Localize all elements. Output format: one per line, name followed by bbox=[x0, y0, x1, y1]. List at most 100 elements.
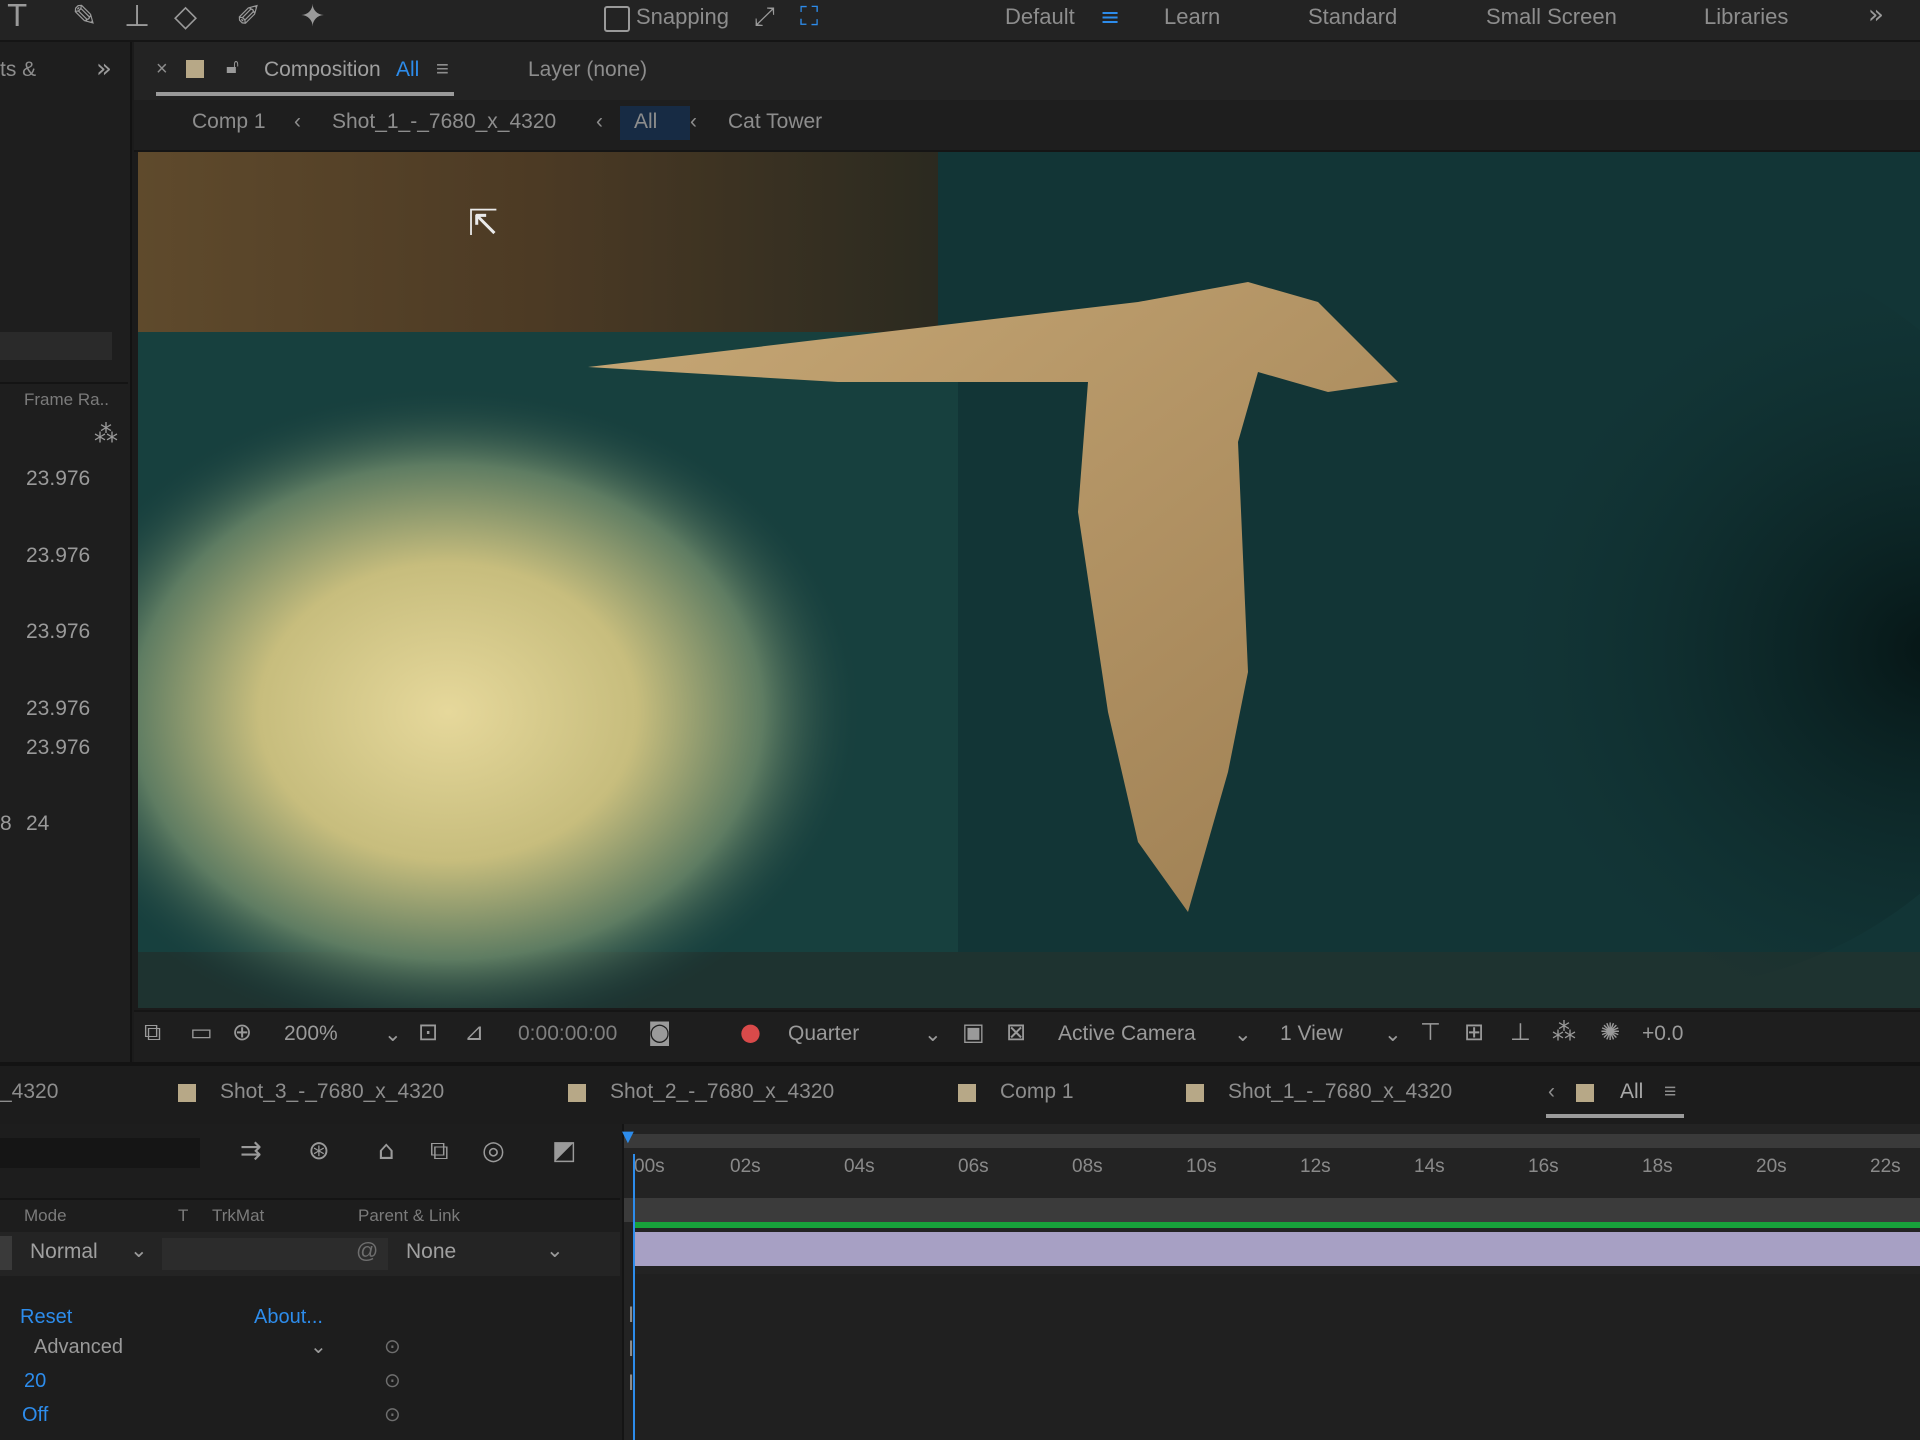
comp-mini-flowchart-icon[interactable]: ⇉ bbox=[240, 1138, 262, 1164]
workspace-standard[interactable]: Standard bbox=[1308, 4, 1397, 30]
keyframe-marker-icon[interactable]: I bbox=[628, 1336, 634, 1362]
fast-previews-icon[interactable]: ▣ bbox=[962, 1020, 985, 1044]
timeline-tab[interactable]: Shot_2_-_7680_x_4320 bbox=[610, 1080, 834, 1104]
breadcrumb-shot1[interactable]: Shot_1_-_7680_x_4320 bbox=[332, 110, 556, 134]
fit-icon[interactable]: ⊡ bbox=[418, 1020, 438, 1044]
chevron-down-icon[interactable]: ⌄ bbox=[130, 1238, 148, 1263]
keyframe-marker-icon[interactable]: I bbox=[628, 1302, 634, 1328]
lock-icon[interactable]: 🔓︎ bbox=[226, 56, 239, 79]
chevron-down-icon[interactable]: ⌄ bbox=[384, 1022, 402, 1047]
blend-mode-dropdown[interactable]: Normal bbox=[30, 1240, 98, 1264]
current-time-display[interactable]: 0:00:00:00 bbox=[518, 1022, 617, 1046]
frame-rate-column-header[interactable]: Frame Ra.. bbox=[24, 390, 109, 410]
timeline-track-area[interactable]: ▼ 00s 02s 04s 06s 08s 10s 12s 14s 16s 18… bbox=[618, 1124, 1920, 1440]
color-channel-icon[interactable]: ● bbox=[740, 1020, 761, 1044]
playhead-handle-icon[interactable]: ▼ bbox=[618, 1126, 638, 1149]
resolution-dropdown[interactable]: Quarter bbox=[788, 1022, 859, 1046]
graph-editor-icon[interactable]: ◩ bbox=[552, 1138, 577, 1164]
draft-3d-icon[interactable]: ⊛ bbox=[308, 1138, 330, 1164]
eraser-tool-icon[interactable]: ◇ bbox=[174, 2, 197, 32]
chevron-down-icon[interactable]: ⌄ bbox=[310, 1334, 327, 1359]
hide-shy-layers-icon[interactable]: ⌂ bbox=[378, 1138, 395, 1164]
chevron-down-icon[interactable]: ⌄ bbox=[1234, 1022, 1252, 1047]
flowchart-icon[interactable]: ⁂ bbox=[1552, 1020, 1576, 1044]
layer-duration-bar[interactable] bbox=[634, 1232, 1920, 1266]
workspace-learn[interactable]: Learn bbox=[1164, 4, 1220, 30]
effect-value[interactable]: Off bbox=[22, 1404, 48, 1427]
parent-column-header[interactable]: Parent & Link bbox=[358, 1206, 460, 1226]
breadcrumb-comp1[interactable]: Comp 1 bbox=[192, 110, 266, 134]
timeline-tab[interactable]: Comp 1 bbox=[1000, 1080, 1074, 1104]
effect-about-link[interactable]: About... bbox=[254, 1306, 323, 1329]
chevron-down-icon[interactable]: ⌄ bbox=[1384, 1022, 1402, 1047]
layer-search-input[interactable] bbox=[0, 1138, 200, 1168]
breadcrumb-cat-tower[interactable]: Cat Tower bbox=[728, 110, 822, 134]
chevron-down-icon[interactable]: ⌄ bbox=[924, 1022, 942, 1047]
workspace-small-screen[interactable]: Small Screen bbox=[1486, 4, 1617, 30]
chevron-left-icon[interactable]: ‹ bbox=[1548, 1080, 1555, 1104]
snapping-checkbox[interactable] bbox=[604, 6, 630, 32]
composition-tab-label[interactable]: Composition bbox=[264, 58, 381, 82]
stopwatch-icon[interactable]: ⊙ bbox=[384, 1402, 401, 1427]
track-matte-dropdown[interactable] bbox=[162, 1238, 388, 1270]
mode-column-header[interactable]: Mode bbox=[24, 1206, 67, 1226]
snap-extend-icon[interactable]: ⛶ bbox=[800, 4, 818, 30]
motion-blur-icon[interactable]: ◎ bbox=[482, 1138, 505, 1164]
workspace-overflow-icon[interactable]: » bbox=[1868, 2, 1884, 28]
exposure-icon[interactable]: ✺ bbox=[1600, 1020, 1620, 1044]
workspace-default[interactable]: Default bbox=[1005, 4, 1075, 30]
toggle-pixel-aspect-icon[interactable]: ⊤ bbox=[1420, 1020, 1441, 1044]
parent-dropdown[interactable]: None bbox=[406, 1240, 456, 1264]
snapshot-camera-icon[interactable]: ◙ bbox=[648, 1020, 671, 1044]
effect-value[interactable]: 20 bbox=[24, 1370, 46, 1393]
t-column-header[interactable]: T bbox=[178, 1206, 188, 1226]
layer-tab[interactable]: Layer (none) bbox=[528, 58, 647, 82]
pick-whip-icon[interactable]: @ bbox=[356, 1238, 378, 1264]
panel-menu-icon[interactable]: ≡ bbox=[1664, 1080, 1676, 1104]
timeline-tab[interactable]: _4320 bbox=[0, 1080, 58, 1104]
panel-tab-label[interactable]: ts & bbox=[0, 58, 36, 82]
brush-tool-icon[interactable]: ✎ bbox=[72, 2, 97, 32]
region-of-interest-icon[interactable]: ⊿ bbox=[464, 1020, 484, 1044]
project-search-field[interactable] bbox=[0, 332, 112, 360]
stopwatch-icon[interactable]: ⊙ bbox=[384, 1368, 401, 1393]
layer-label-swatch[interactable] bbox=[0, 1236, 12, 1270]
panel-overflow-icon[interactable]: » bbox=[96, 56, 112, 82]
3d-draft-icon[interactable]: ⊞ bbox=[1464, 1020, 1484, 1044]
frame-blending-icon[interactable]: ⧉ bbox=[430, 1138, 449, 1164]
timeline-tab[interactable]: Shot_3_-_7680_x_4320 bbox=[220, 1080, 444, 1104]
playhead-line[interactable] bbox=[633, 1154, 635, 1440]
work-area-bar[interactable] bbox=[624, 1134, 1920, 1148]
flowchart-icon[interactable]: ⁂ bbox=[94, 422, 118, 446]
mask-visibility-icon[interactable]: ⊕ bbox=[232, 1020, 252, 1044]
timeline-tab[interactable]: Shot_1_-_7680_x_4320 bbox=[1228, 1080, 1452, 1104]
preset-dropdown[interactable]: Advanced bbox=[34, 1336, 123, 1359]
composition-viewer[interactable]: ⇱ bbox=[138, 152, 1920, 1008]
timeline-tab-active[interactable]: All bbox=[1620, 1080, 1643, 1104]
type-tool-icon[interactable]: T bbox=[8, 2, 26, 32]
keyframe-marker-icon[interactable]: I bbox=[628, 1370, 634, 1396]
stopwatch-icon[interactable]: ⊙ bbox=[384, 1334, 401, 1359]
transparency-grid-icon[interactable]: ⊠ bbox=[1006, 1020, 1026, 1044]
snap-options-icon[interactable]: ⤢ bbox=[754, 4, 775, 30]
panel-menu-icon[interactable]: ≡ bbox=[436, 56, 449, 82]
roto-brush-tool-icon[interactable]: ✐ bbox=[236, 2, 261, 32]
clone-stamp-tool-icon[interactable]: ⊥ bbox=[124, 2, 150, 32]
trkmat-column-header[interactable]: TrkMat bbox=[212, 1206, 264, 1226]
puppet-pin-tool-icon[interactable]: ✦ bbox=[300, 2, 325, 32]
workspace-libraries[interactable]: Libraries bbox=[1704, 4, 1788, 30]
close-tab-icon[interactable]: × bbox=[156, 58, 168, 81]
chevron-down-icon[interactable]: ⌄ bbox=[546, 1238, 564, 1263]
zoom-dropdown[interactable]: 200% bbox=[284, 1022, 338, 1046]
monitor-icon[interactable]: ▭ bbox=[190, 1020, 213, 1044]
camera-dropdown[interactable]: Active Camera bbox=[1058, 1022, 1196, 1046]
always-preview-icon[interactable]: ⧉ bbox=[144, 1020, 161, 1044]
timeline-icon[interactable]: ⊥ bbox=[1510, 1020, 1531, 1044]
workspace-menu-icon[interactable]: ≡ bbox=[1100, 5, 1120, 29]
view-layout-dropdown[interactable]: 1 View bbox=[1280, 1022, 1343, 1046]
exposure-value[interactable]: +0.0 bbox=[1642, 1022, 1683, 1046]
work-area-indicator[interactable] bbox=[634, 1222, 1920, 1228]
composition-tab-name[interactable]: All bbox=[396, 58, 419, 82]
effect-reset-link[interactable]: Reset bbox=[20, 1306, 72, 1329]
breadcrumb-all[interactable]: All bbox=[634, 110, 657, 134]
